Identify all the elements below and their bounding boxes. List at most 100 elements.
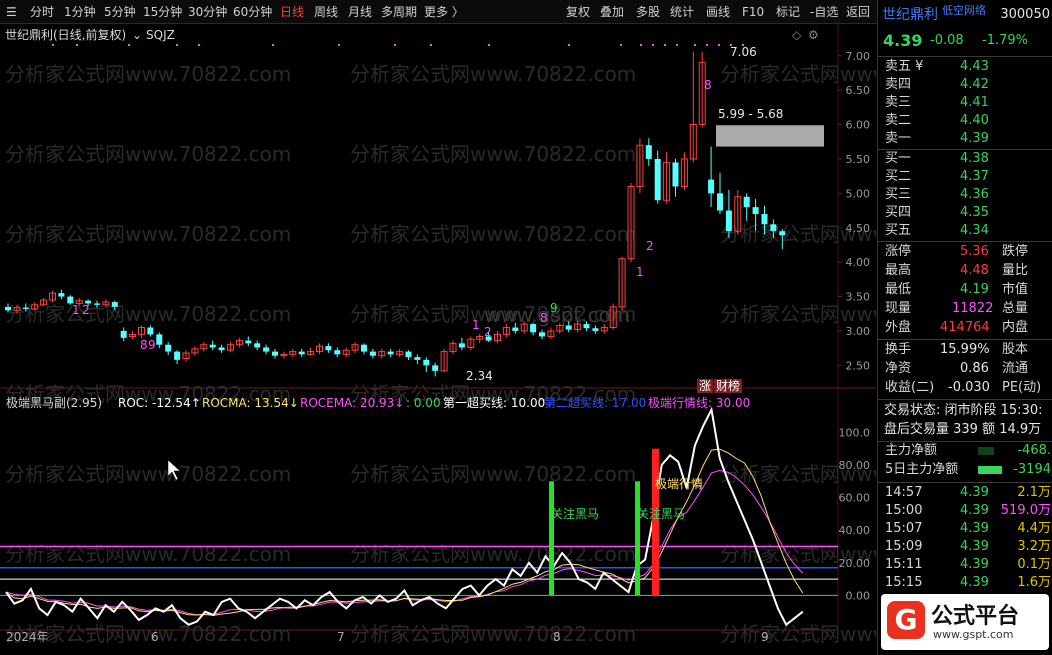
date-label-jun: 6 [151, 630, 159, 644]
candle-body [458, 343, 465, 348]
count-label: 2 [484, 325, 492, 339]
tab-multi-period[interactable]: 多周期 [381, 4, 417, 20]
stat-row-limit: 涨停 5.36 跌停 [885, 244, 1029, 259]
stat-row-low: 最低 4.19 市值 [885, 282, 1029, 297]
sub-indicator-name[interactable]: 极端黑马副(2.95) [6, 396, 102, 410]
buy-row-5: 买五 4.34 [885, 223, 989, 238]
price-tick-label: 4.00 [846, 256, 871, 269]
candle-body [672, 162, 679, 187]
tab-1min[interactable]: 1分钟 [64, 4, 96, 20]
watermark-text: 分析家公式网www.70822.com [350, 222, 636, 246]
price-change: -0.08 [930, 33, 964, 48]
count-label: 9 [550, 301, 558, 315]
stock-name[interactable]: 世纪鼎利 [882, 6, 938, 24]
candle-body [334, 350, 341, 355]
high-price-label: 7.06 [730, 45, 757, 59]
signal-dot [198, 44, 200, 46]
signal-dot [676, 44, 678, 46]
five-day-net-flow[interactable]: 5日主力净额 -3194 [878, 461, 1052, 479]
watermark-text: 分析家公式网www.70822.com [5, 542, 291, 566]
f10-button[interactable]: F10 [742, 3, 764, 21]
signal-bar-green [549, 481, 554, 596]
settings-icon[interactable]: ⚙ [808, 28, 819, 42]
price-tick-label: 7.00 [846, 50, 871, 63]
signal-dot [568, 44, 570, 46]
stat-row-volume: 现量 11822 总量 [885, 301, 1029, 316]
tab-60min[interactable]: 60分钟 [233, 4, 272, 20]
price-tick-label: 3.00 [846, 325, 871, 338]
signal-dot [652, 44, 654, 46]
candle-body [369, 351, 376, 356]
candle-body [539, 332, 545, 337]
candle-body [120, 330, 127, 338]
candle-body [432, 365, 439, 371]
candle-body [22, 307, 29, 309]
indicator-dropdown-icon[interactable]: ⌄ [132, 28, 142, 42]
tick-row: 15:09 4.39 3.2万 [885, 539, 1051, 554]
watermark-text: 分析家公式网www.70822.com [720, 62, 876, 86]
candle-body [752, 207, 759, 214]
stock-code: 300050 [1000, 7, 1050, 22]
tick-row: 14:57 4.39 2.1万 [885, 485, 1051, 500]
tab-daily[interactable]: 日线 [280, 4, 304, 20]
price-change-pct: -1.79% [982, 33, 1028, 48]
limit-up-badge[interactable]: 涨 [697, 379, 714, 393]
tab-30min[interactable]: 30分钟 [188, 4, 227, 20]
tab-more[interactable]: 更多 〉 [424, 4, 464, 20]
signal-dot [694, 44, 696, 46]
back-button[interactable]: 返回 [846, 3, 870, 21]
sector-tag[interactable]: 低空网络 [942, 2, 986, 20]
watermark-text: 分析家公式网www.70822.com [5, 222, 291, 246]
date-label-aug: 8 [553, 630, 561, 644]
signal-dot [394, 44, 396, 46]
stat-row-high: 最高 4.48 量比 [885, 263, 1029, 278]
indicator-tick-label: 0.00 [846, 589, 871, 602]
multi-stock-button[interactable]: 多股 [636, 3, 660, 21]
candle-body [592, 328, 599, 331]
candle-body [147, 327, 154, 335]
stock-header: 世纪鼎利 低空网络 300050 [878, 4, 1052, 26]
after-hours-volume: 盘后交易量 339 额 14.9万 [884, 422, 1042, 437]
tab-intraday[interactable]: 分时 [30, 4, 54, 20]
menu-icon[interactable]: ☰ [6, 4, 17, 20]
indicator-tick-label: 20.00 [839, 557, 871, 570]
finance-badge[interactable]: 财榜 [714, 379, 743, 393]
candle-body [761, 214, 768, 225]
tab-15min[interactable]: 15分钟 [143, 4, 182, 20]
signal-dot [52, 44, 54, 46]
candle-body [218, 347, 225, 351]
mark-button[interactable]: 标记 [776, 3, 800, 21]
tab-5min[interactable]: 5分钟 [104, 4, 136, 20]
tick-row: 15:00 4.39 519.0万 [885, 503, 1051, 518]
candle-body [209, 344, 216, 348]
signal-bar-green [635, 481, 640, 596]
tab-monthly[interactable]: 月线 [348, 4, 372, 20]
candle-body [717, 193, 723, 211]
watchlist-button[interactable]: -自选 [810, 3, 838, 21]
brand-url: www.gspt.com [933, 628, 1014, 641]
tab-weekly[interactable]: 周线 [314, 4, 338, 20]
watermark-text: 分析家公式网www.70822.com [720, 302, 876, 326]
main-indicator-name[interactable]: SQJZ [146, 28, 175, 42]
candle-body [361, 344, 367, 352]
adjust-button[interactable]: 复权 [566, 3, 590, 21]
signal-dot [430, 44, 432, 46]
main-net-flow[interactable]: 主力净额 -468. [878, 442, 1052, 460]
draw-line-button[interactable]: 画线 [706, 3, 730, 21]
diamond-icon[interactable]: ◇ [792, 28, 801, 42]
stock-terminal-window: ☰ 分时 1分钟 5分钟 15分钟 30分钟 60分钟 日线 周线 月线 多周期… [0, 0, 1052, 655]
candle-body [423, 359, 430, 366]
signal-label-3: 极端行情 [655, 477, 704, 491]
stats-button[interactable]: 统计 [670, 3, 694, 21]
candle-body [254, 343, 261, 348]
price-tick-label: 5.00 [846, 187, 871, 200]
roc-value: ROC: -12.54↑ [118, 396, 201, 410]
buy-row-3: 买三 4.36 [885, 187, 989, 202]
buy-row-1: 买一 4.38 [885, 151, 989, 166]
overlay-button[interactable]: 叠加 [600, 3, 624, 21]
watermark-text: 分析家公式网www.70822.com [720, 622, 876, 646]
candle-body [654, 158, 661, 201]
buy-row-2: 买二 4.37 [885, 169, 989, 184]
chart-panel[interactable]: 分析家公式网www.70822.com 分析家公式网www.70822.com 分析… [0, 24, 876, 655]
brand-name: 公式平台 [931, 604, 1020, 629]
